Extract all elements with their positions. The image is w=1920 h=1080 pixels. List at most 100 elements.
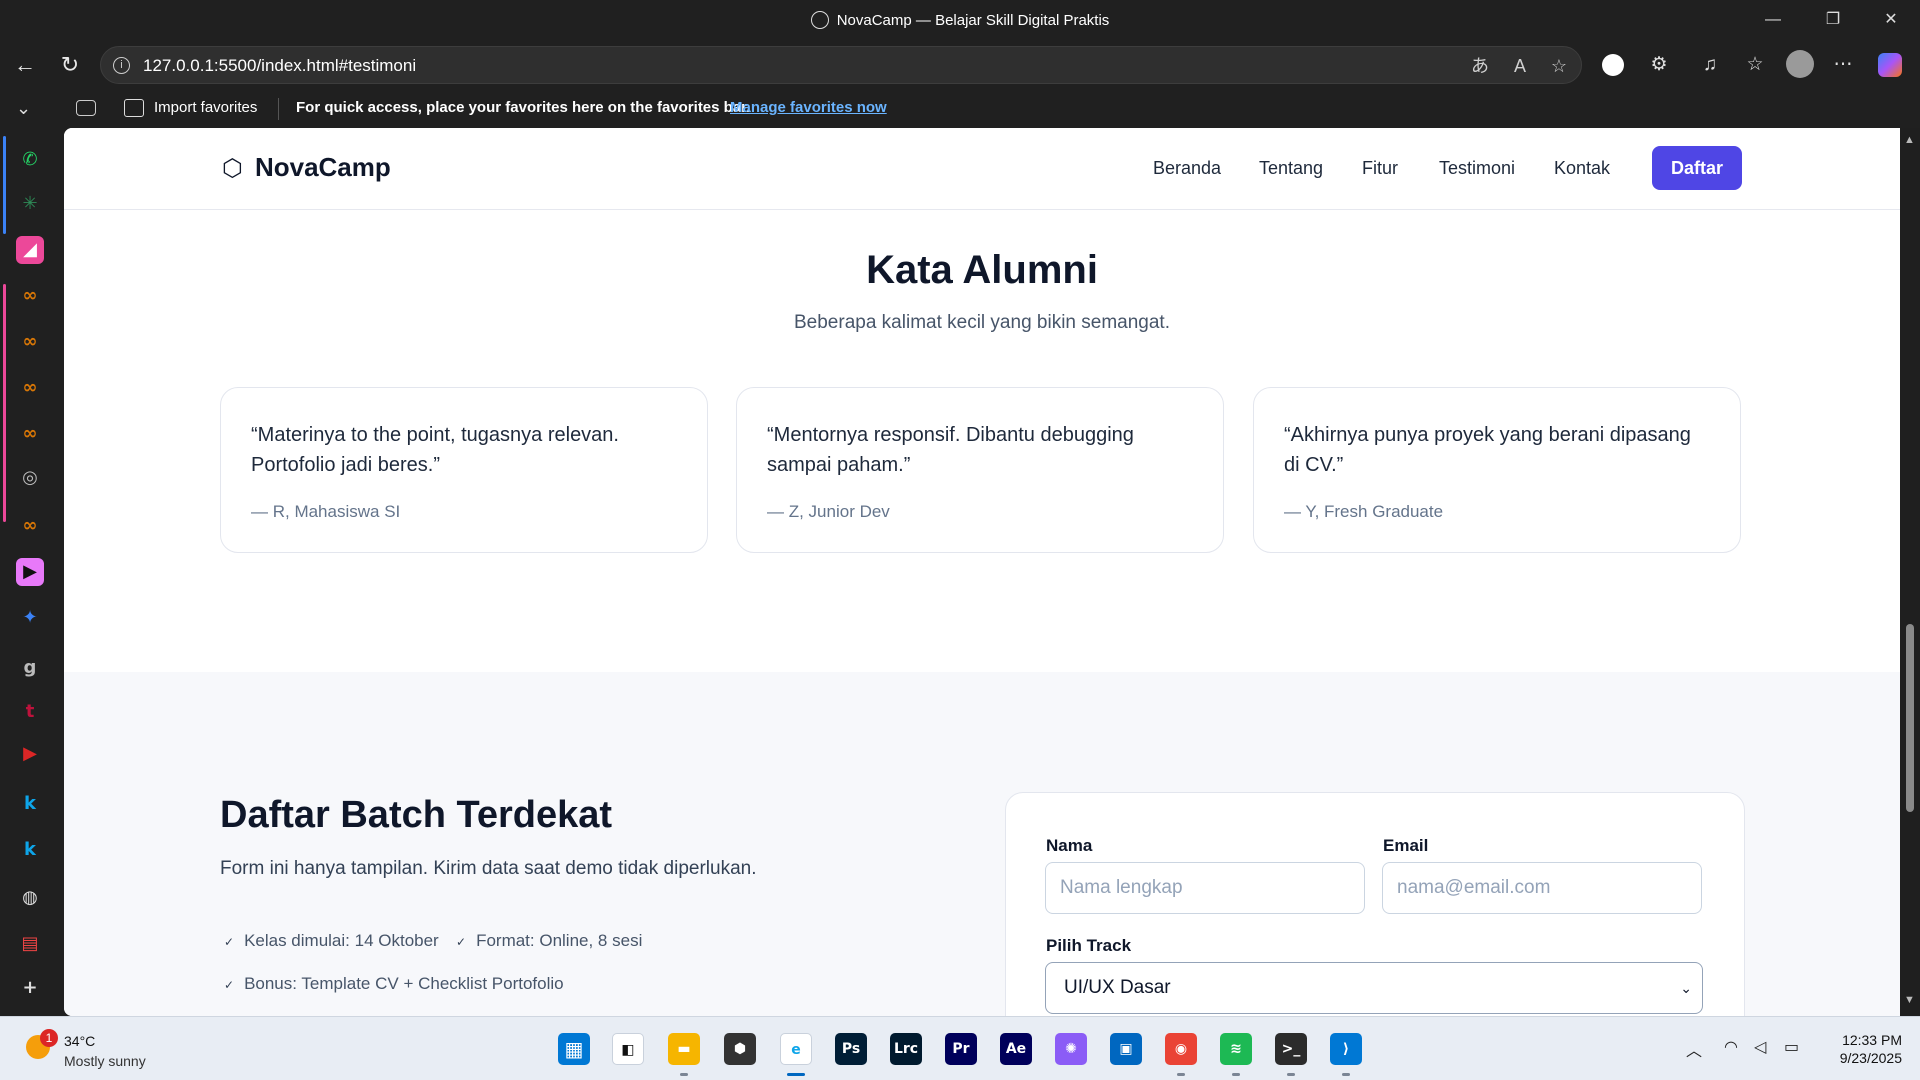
sidebar-app-icon[interactable]: ∞ [16,282,44,310]
address-bar[interactable]: i 127.0.0.1:5500/index.html#testimoni あ … [100,46,1582,84]
close-button[interactable]: ✕ [1868,6,1914,34]
taskbar-app-start[interactable]: ▦ [558,1033,590,1065]
sidebar-app-icon[interactable]: ∞ [16,420,44,448]
testimonial-subtitle: Beberapa kalimat kecil yang bikin semang… [794,312,1170,333]
testimonial-card: “Materinya to the point, tugasnya releva… [220,387,708,553]
email-field[interactable] [1382,862,1702,914]
nav-link-fitur[interactable]: Fitur [1362,158,1398,179]
favorite-star-icon[interactable]: ☆ [1548,55,1570,77]
testimonial-author: — Z, Junior Dev [767,502,890,521]
sidebar-app-icon[interactable]: ◍ [16,884,44,912]
taskbar-app-task-view[interactable]: ◧ [612,1033,644,1065]
more-menu-icon[interactable]: ⋯ [1830,52,1856,78]
name-field[interactable] [1045,862,1365,914]
clock-date: 9/23/2025 [1839,1050,1902,1066]
sidebar-app-icon[interactable]: ▶ [16,558,44,586]
sidebar-app-icon[interactable]: g [16,654,44,682]
volume-icon[interactable]: ◁ [1754,1037,1766,1056]
sidebar-app-icon[interactable]: k [16,836,44,864]
taskbar-app-terminal[interactable]: >_ [1275,1033,1307,1065]
sidebar-app-icon[interactable]: k [16,790,44,818]
sidebar-app-icon[interactable]: ▤ [16,930,44,958]
weather-widget[interactable]: 1 34°C Mostly sunny [26,1029,176,1073]
import-favorites-icon [124,99,144,117]
page-scrollbar[interactable]: ▲ ▼ [1900,128,1920,1016]
copilot-icon[interactable] [1878,53,1902,77]
register-button[interactable]: Daftar [1652,146,1742,190]
sidebar-app-icon[interactable]: t [16,698,44,726]
logo-text: NovaCamp [254,152,391,182]
sidebar-app-icon[interactable]: + [16,974,44,1002]
translate-icon[interactable]: あ [1469,55,1491,77]
taskbar-app-store[interactable]: ▣ [1110,1033,1142,1065]
nav-link-testimoni[interactable]: Testimoni [1439,158,1515,179]
running-indicator [680,1073,688,1076]
windows-taskbar: 1 34°C Mostly sunny ︿ ◠ ◁ ▭ 12:33 PM 9/2… [0,1016,1920,1080]
taskbar-app-file-explorer[interactable]: ▬ [668,1033,700,1065]
site-logo[interactable]: ⬡ NovaCamp [222,152,391,183]
chevron-down-icon: ⌄ [1680,980,1692,996]
sidebar-app-icon[interactable]: ∞ [16,374,44,402]
reader-mode-icon[interactable] [76,100,96,116]
register-title: Daftar Batch Terdekat [220,794,613,836]
track-select[interactable]: UI/UX Dasar ⌄ [1045,962,1703,1014]
sidebar-app-icon[interactable]: ∞ [16,328,44,356]
email-label: Email [1383,836,1429,855]
sidebar-app-icon[interactable]: ✳ [16,190,44,218]
sidebar-app-icon[interactable]: ◎ [16,464,44,492]
batch-info-item: ✓ Kelas dimulai: 14 Oktober [224,931,439,950]
taskbar-app-edge[interactable]: e [780,1033,812,1065]
battery-icon[interactable]: ▭ [1784,1037,1799,1056]
scroll-up-icon[interactable]: ▲ [1904,134,1915,146]
manage-favorites-link[interactable]: Manage favorites now [730,99,887,116]
sidebar-app-icon[interactable]: ∞ [16,512,44,540]
minimize-button[interactable]: — [1750,6,1796,34]
check-icon: ✓ [224,978,235,992]
scroll-down-icon[interactable]: ▼ [1904,994,1915,1006]
sidebar-app-icon[interactable]: ▶ [16,740,44,768]
taskbar-app-obs[interactable]: ⬢ [724,1033,756,1065]
taskbar-app-premiere[interactable]: Pr [945,1033,977,1065]
restore-button[interactable]: ❐ [1810,6,1856,34]
taskbar-app-spotify[interactable]: ≋ [1220,1033,1252,1065]
address-url[interactable]: 127.0.0.1:5500/index.html#testimoni [143,56,416,76]
testimonial-quote: “Mentornya responsif. Dibantu debugging … [767,424,1134,476]
taskbar-app-chrome[interactable]: ◉ [1165,1033,1197,1065]
nav-link-beranda[interactable]: Beranda [1153,158,1221,179]
testimonial-title: Kata Alumni [866,248,1098,292]
sidebar-group-marker [3,284,6,522]
profile-avatar[interactable] [1786,50,1814,78]
tray-overflow-icon[interactable]: ︿ [1686,1037,1702,1061]
sidebar-app-icon[interactable]: ✦ [16,604,44,632]
page-viewport: ⬡ NovaCamp Beranda Tentang Fitur Testimon… [64,128,1900,1016]
back-icon[interactable]: ← [10,50,40,80]
extensions-icon[interactable]: ⚙ [1646,52,1672,78]
site-info-icon[interactable]: i [113,57,130,74]
taskbar-app-after-effects[interactable]: Ae [1000,1033,1032,1065]
notification-badge: 1 [40,1029,58,1047]
sidebar-app-icon[interactable]: ◢ [16,236,44,264]
taskbar-app-m365-copilot[interactable]: ✺ [1055,1033,1087,1065]
taskbar-app-vscode[interactable]: ⟩ [1330,1033,1362,1065]
weather-temperature: 34°C [64,1033,96,1049]
check-icon: ✓ [456,935,467,949]
copilot-circle-icon[interactable] [1602,54,1624,76]
sidebar-app-icon[interactable]: ✆ [16,146,44,174]
weather-condition: Mostly sunny [64,1053,146,1069]
site-header: ⬡ NovaCamp Beranda Tentang Fitur Testimon… [64,128,1900,210]
sidebar-group-marker [3,136,6,234]
reload-icon[interactable]: ↻ [55,50,85,80]
collections-icon[interactable]: ♫ [1697,52,1723,78]
taskbar-app-photoshop[interactable]: Ps [835,1033,867,1065]
nav-link-kontak[interactable]: Kontak [1554,158,1610,179]
taskbar-app-lightroom-classic[interactable]: Lrc [890,1033,922,1065]
wifi-icon[interactable]: ◠ [1724,1037,1738,1056]
sidebar-toggle-icon[interactable]: ⌄ [16,98,31,119]
read-aloud-icon[interactable]: A [1509,55,1531,77]
window-title: NovaCamp — Belajar Skill Digital Praktis [836,12,1110,29]
scrollbar-thumb[interactable] [1906,624,1914,812]
nav-link-tentang[interactable]: Tentang [1259,158,1323,179]
import-favorites-button[interactable]: Import favorites [154,99,257,116]
system-clock[interactable]: 12:33 PM 9/23/2025 [1812,1031,1902,1067]
favorites-icon[interactable]: ☆ [1742,52,1768,78]
